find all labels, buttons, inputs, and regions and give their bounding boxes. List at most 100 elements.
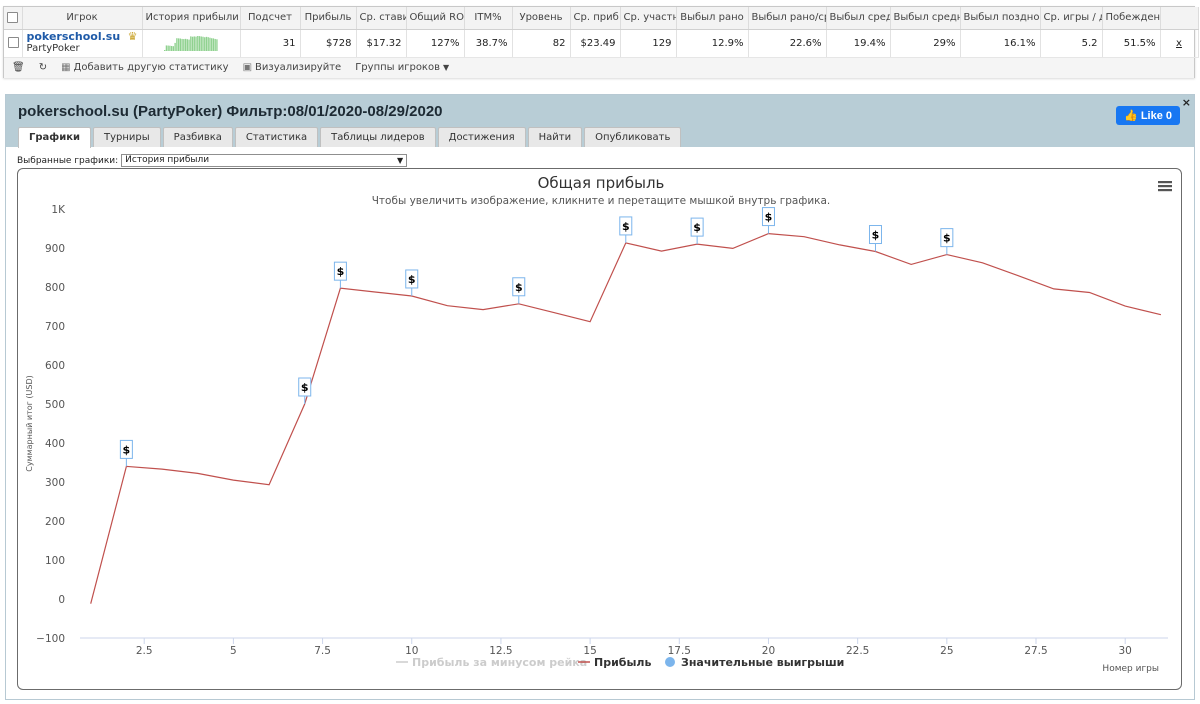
big-win-flag-label: $ (301, 381, 309, 394)
visualize-button[interactable]: ▣ Визуализируйте (243, 62, 342, 73)
big-win-flag-label: $ (622, 220, 630, 233)
row-checkbox[interactable] (4, 29, 23, 58)
x-tick-label: 2.5 (136, 645, 153, 657)
y-tick-label: 900 (45, 243, 65, 255)
sparkline-chart (164, 36, 218, 51)
sparkline-bar (184, 38, 187, 51)
x-tick-label: 25 (940, 645, 953, 657)
image-icon: ▣ (242, 62, 253, 73)
column-header[interactable]: Подсчет (240, 7, 301, 30)
chart-selector-row: Выбранные графики: История прибыли ▼ (17, 154, 408, 167)
table-cell: 31 (240, 29, 301, 58)
column-header[interactable]: Выбыл рано (676, 7, 749, 30)
tab-6[interactable]: Найти (527, 127, 583, 147)
column-header[interactable]: Ср. приб (570, 7, 621, 30)
x-tick-label: 22.5 (846, 645, 869, 657)
panel-tabs: Графики Турниры Разбивка Статистика Таблицы … (18, 127, 682, 148)
x-tick-label: 7.5 (314, 645, 331, 657)
column-header[interactable]: История прибыли (142, 7, 241, 30)
legend-swatch-2[interactable] (665, 657, 675, 667)
column-header[interactable]: Ср. игры / д (1040, 7, 1103, 30)
profit-chart[interactable]: Общая прибыль Чтобы увеличить изображение… (18, 169, 1182, 690)
player-cell: ♛ pokerschool.su PartyPoker (22, 29, 143, 58)
y-tick-label: 100 (45, 555, 65, 567)
column-header[interactable]: ITM% (464, 7, 513, 30)
stats-table: Игрок История прибыли Подсчет Прибыль Ср… (4, 7, 1199, 58)
player-name-link[interactable]: pokerschool.su (27, 31, 138, 43)
table-cell: 29% (890, 29, 961, 58)
tab-7[interactable]: Опубликовать (584, 127, 682, 147)
table-cell: 5.2 (1040, 29, 1103, 58)
column-header[interactable]: Прибыль (300, 7, 357, 30)
series-line-profit (90, 232, 1162, 604)
close-panel-icon[interactable]: × (1182, 96, 1191, 109)
legend-item-1[interactable]: Прибыль (594, 656, 651, 669)
sparkline-bar (193, 36, 195, 51)
y-axis-title: Суммарный итог (USD) (25, 375, 34, 472)
hamburger-menu-icon[interactable] (1158, 189, 1172, 192)
legend-item-0[interactable]: Прибыль за минусом рейка (412, 656, 587, 669)
column-header[interactable]: Ср. участн (620, 7, 677, 30)
column-header[interactable]: Общий ROI (406, 7, 465, 30)
chart-selector-value: История прибыли (125, 155, 210, 165)
column-header[interactable]: Выбыл сред (826, 7, 891, 30)
sparkline-bar (200, 36, 202, 51)
y-tick-label: −100 (36, 633, 65, 645)
sparkline-bar (202, 36, 204, 51)
thumbs-up-icon: 👍 (1124, 110, 1138, 122)
hamburger-menu-icon[interactable] (1158, 185, 1172, 188)
sparkline-bar (211, 38, 213, 51)
tab-3[interactable]: Статистика (234, 127, 319, 147)
table-cell: $23.49 (570, 29, 621, 58)
panel-title: pokerschool.su (PartyPoker) Фильтр:08/01… (18, 103, 443, 120)
legend-item-2[interactable]: Значительные выигрыши (681, 656, 844, 669)
chart-container[interactable]: Общая прибыль Чтобы увеличить изображение… (17, 168, 1182, 690)
hamburger-menu-icon[interactable] (1158, 181, 1172, 184)
tab-4[interactable]: Таблицы лидеров (320, 127, 436, 147)
tab-0[interactable]: Графики (18, 127, 92, 148)
sparkline-bar (183, 39, 185, 51)
like-label: Like 0 (1140, 110, 1172, 122)
sparkline-bar (181, 38, 183, 51)
sparkline-bar (198, 36, 201, 51)
sparkline-bar (174, 42, 176, 51)
big-win-flag-label: $ (123, 443, 131, 456)
sparkline-bar (212, 38, 215, 51)
column-header[interactable]: Побежденн (1102, 7, 1161, 30)
column-header[interactable]: Выбыл средн (890, 7, 961, 30)
add-stats-button[interactable]: ▦ Добавить другую статистику (61, 62, 228, 73)
chevron-down-icon: ▼ (397, 156, 404, 165)
sparkline-bar (165, 45, 168, 51)
y-tick-label: 200 (45, 516, 65, 528)
medal-icon: ♛ (127, 30, 138, 43)
chart-subtitle: Чтобы увеличить изображение, кликните и … (372, 195, 831, 207)
y-tick-label: 700 (45, 321, 65, 333)
table-cell: 82 (512, 29, 571, 58)
sparkline-bar (172, 46, 175, 51)
column-header[interactable]: Ср. стави (356, 7, 407, 30)
x-tick-label: 27.5 (1024, 645, 1047, 657)
player-groups-dropdown[interactable]: Группы игроков ▼ (355, 62, 449, 73)
chart-selector-label: Выбранные графики: (17, 155, 119, 166)
sparkline-bar (186, 39, 188, 51)
tab-1[interactable]: Турниры (93, 127, 161, 147)
tab-5[interactable]: Достижения (437, 127, 526, 147)
column-header[interactable]: Выбыл поздно (960, 7, 1041, 30)
column-header[interactable]: Уровень (512, 7, 571, 30)
sparkline-bar (164, 50, 166, 51)
table-cell: $728 (300, 29, 357, 58)
player-groups-label: Группы игроков (355, 62, 440, 73)
y-tick-label: 400 (45, 438, 65, 450)
column-header[interactable]: Выбыл рано/ср (748, 7, 827, 30)
chart-selector[interactable]: История прибыли ▼ (121, 154, 408, 167)
select-all-checkbox[interactable] (4, 7, 23, 30)
column-header[interactable]: Игрок (22, 7, 143, 30)
table-cell: 38.7% (464, 29, 513, 58)
facebook-like-button[interactable]: 👍 Like 0 (1116, 106, 1180, 125)
trash-icon[interactable]: 🗑 (12, 62, 25, 73)
table-cell: 51.5% (1102, 29, 1161, 58)
remove-row-link[interactable]: x (1160, 29, 1199, 58)
y-tick-label: 0 (58, 594, 65, 606)
refresh-icon[interactable]: ↻ (39, 62, 47, 73)
tab-2[interactable]: Разбивка (162, 127, 233, 147)
